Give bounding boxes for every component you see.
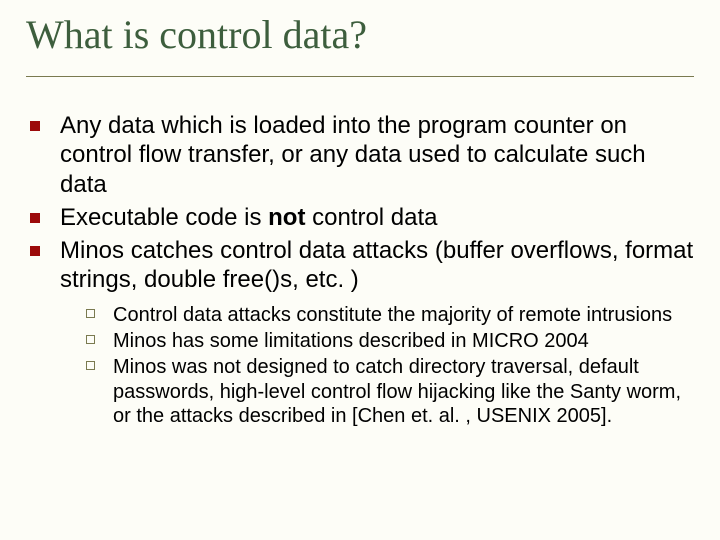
title-block: What is control data? bbox=[26, 14, 694, 77]
list-item: Minos was not designed to catch director… bbox=[86, 355, 694, 428]
list-item: Minos catches control data attacks (buff… bbox=[30, 236, 694, 295]
bullet-text: Any data which is loaded into the progra… bbox=[60, 111, 694, 199]
page-title: What is control data? bbox=[26, 14, 694, 56]
bullet-list-level2: Control data attacks constitute the majo… bbox=[30, 303, 694, 429]
square-bullet-icon bbox=[30, 246, 40, 256]
bullet-list-level1: Any data which is loaded into the progra… bbox=[30, 111, 694, 295]
square-outline-bullet-icon bbox=[86, 309, 95, 318]
square-outline-bullet-icon bbox=[86, 361, 95, 370]
slide: What is control data? Any data which is … bbox=[0, 0, 720, 540]
square-outline-bullet-icon bbox=[86, 335, 95, 344]
slide-body: Any data which is loaded into the progra… bbox=[26, 111, 694, 431]
subbullet-text: Control data attacks constitute the majo… bbox=[113, 303, 672, 327]
square-bullet-icon bbox=[30, 213, 40, 223]
bullet-text: Executable code is not control data bbox=[60, 203, 438, 232]
bullet-text: Minos catches control data attacks (buff… bbox=[60, 236, 694, 295]
subbullet-text: Minos was not designed to catch director… bbox=[113, 355, 694, 428]
subbullet-text: Minos has some limitations described in … bbox=[113, 329, 589, 353]
square-bullet-icon bbox=[30, 121, 40, 131]
list-item: Executable code is not control data bbox=[30, 203, 694, 232]
list-item: Minos has some limitations described in … bbox=[86, 329, 694, 353]
list-item: Control data attacks constitute the majo… bbox=[86, 303, 694, 327]
list-item: Any data which is loaded into the progra… bbox=[30, 111, 694, 199]
